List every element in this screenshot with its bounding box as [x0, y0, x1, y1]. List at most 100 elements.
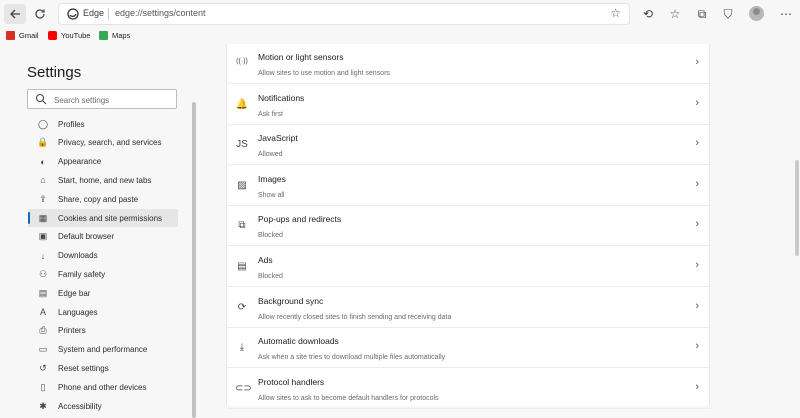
permission-row-automatic-downloads[interactable]: ⤓ Automatic downloads Ask when a site trie…: [227, 328, 711, 369]
share-icon: ⇪: [39, 193, 47, 204]
sidebar-item-reset-settings[interactable]: ↺ Reset settings: [28, 359, 178, 377]
browser-toolbar: Edge edge://settings/content ☆ ⟲ ☆ ⧉ ⛉ ⋯: [0, 0, 800, 27]
browser-essentials-icon[interactable]: ⛉: [720, 6, 736, 22]
accessibility-icon: ✱: [39, 400, 47, 411]
chevron-right-icon[interactable]: ›: [695, 340, 699, 352]
phone-icon: ▯: [40, 381, 46, 392]
permission-title: JavaScript: [258, 133, 298, 144]
bookmark-label: Gmail: [19, 30, 39, 40]
sidebar-item-appearance[interactable]: ◐ Appearance: [28, 153, 178, 171]
add-favorite-icon[interactable]: ☆: [610, 6, 621, 20]
settings-title: Settings: [27, 64, 82, 81]
permission-row-pop-ups-and-redirects[interactable]: ⧉ Pop-ups and redirects Blocked ›: [227, 206, 711, 247]
favorites-icon[interactable]: ☆: [667, 6, 683, 22]
permission-row-protocol-handlers[interactable]: ⊂⊃ Protocol handlers Allow sites to ask to…: [227, 369, 711, 409]
permission-title: Protocol handlers: [258, 376, 325, 387]
profile-icon: ◯: [37, 118, 49, 129]
settings-sidebar: Settings ◯ Profiles 🔒 Privacy, search, and …: [0, 44, 198, 418]
page-scrollbar[interactable]: [795, 160, 799, 256]
permission-title: Automatic downloads: [258, 336, 339, 347]
sidebar-item-phone-and-other-devices[interactable]: ▯ Phone and other devices: [28, 378, 178, 396]
collections-icon[interactable]: ⧉: [694, 6, 710, 22]
browser-icon: ▣: [38, 231, 48, 242]
refresh-button[interactable]: [29, 4, 51, 24]
sidebar-item-downloads[interactable]: ↓ Downloads: [28, 247, 178, 265]
permission-status: Show all: [258, 191, 285, 199]
refresh-icon: [35, 9, 45, 19]
link-icon: ⊂⊃: [235, 382, 252, 394]
sidebar-scrollbar[interactable]: [192, 102, 196, 418]
permission-status: Blocked: [258, 273, 283, 280]
permission-row-ads[interactable]: ▤ Ads Blocked ›: [227, 247, 711, 287]
sidebar-item-share-copy-and-paste[interactable]: ⇪ Share, copy and paste: [28, 190, 178, 208]
bookmark-maps[interactable]: Maps: [99, 27, 130, 43]
profile-avatar[interactable]: [749, 6, 764, 21]
sidebar-item-label: Share, copy and paste: [58, 194, 139, 204]
permission-title: Notifications: [258, 92, 305, 103]
extensions-icon[interactable]: ⟲: [640, 6, 656, 22]
permission-row-javascript[interactable]: JS JavaScript Allowed ›: [227, 125, 711, 166]
bookmark-gmail[interactable]: Gmail: [6, 27, 39, 43]
search-input[interactable]: [52, 92, 176, 108]
bookmarks-bar: Gmail YouTube Maps: [0, 27, 800, 43]
sidebar-item-edge-bar[interactable]: ▤ Edge bar: [28, 284, 178, 302]
permission-row-images[interactable]: ▨ Images Show all ›: [227, 166, 711, 206]
image-icon: ▨: [237, 179, 247, 191]
sidebar-item-label: Privacy, search, and services: [58, 138, 162, 148]
edge-bar-icon: ▤: [38, 287, 48, 298]
sidebar-item-default-browser[interactable]: ▣ Default browser: [28, 228, 178, 246]
bookmark-label: Maps: [112, 30, 131, 40]
chevron-right-icon[interactable]: ›: [695, 300, 699, 312]
home-icon: ⌂: [40, 175, 46, 186]
sidebar-item-label: Languages: [58, 307, 98, 317]
search-box[interactable]: [27, 89, 177, 109]
permission-status: Ask when a site tries to download multip…: [258, 354, 446, 362]
chevron-right-icon[interactable]: ›: [695, 218, 699, 230]
system-icon: ▭: [38, 344, 48, 355]
popup-icon: ⧉: [238, 220, 246, 232]
sidebar-item-cookies-and-site-permissions[interactable]: ▦ Cookies and site permissions: [28, 209, 178, 227]
permissions-list: ((·)) Motion or light sensors Allow sites …: [226, 44, 711, 409]
bookmark-label: YouTube: [61, 30, 91, 40]
chevron-right-icon[interactable]: ›: [695, 178, 699, 190]
permission-row-motion-or-light-sensors[interactable]: ((·)) Motion or light sensors Allow sites …: [227, 44, 711, 84]
more-options-icon[interactable]: ⋯: [778, 6, 794, 22]
sidebar-item-printers[interactable]: ⎙ Printers: [28, 322, 178, 340]
permission-row-notifications[interactable]: 🔔 Notifications Ask first ›: [227, 85, 711, 125]
maps-icon: [99, 30, 108, 40]
sidebar-item-profiles[interactable]: ◯ Profiles: [28, 115, 178, 133]
chevron-right-icon[interactable]: ›: [695, 97, 699, 109]
permission-status: Allow sites to ask to become default han…: [258, 394, 439, 402]
sidebar-item-label: Start, home, and new tabs: [58, 175, 152, 185]
printer-icon: ⎙: [39, 325, 47, 336]
bookmark-youtube[interactable]: YouTube: [48, 27, 90, 43]
reset-icon: ↺: [39, 362, 47, 373]
permission-title: Background sync: [258, 295, 324, 306]
chevron-right-icon[interactable]: ›: [695, 137, 699, 149]
back-button[interactable]: [4, 4, 26, 24]
sidebar-item-label: Cookies and site permissions: [58, 213, 163, 223]
sidebar-item-family-safety[interactable]: ⚇ Family safety: [28, 265, 178, 283]
back-arrow-icon: [10, 9, 20, 19]
address-url[interactable]: edge://settings/content: [115, 8, 206, 18]
sensor-icon: ((·)): [236, 58, 248, 65]
permission-row-background-sync[interactable]: ⟳ Background sync Allow recently closed si…: [227, 288, 711, 328]
appearance-icon: ◐: [40, 156, 46, 167]
permission-status: Allow recently closed sites to finish se…: [258, 313, 452, 321]
edge-logo-icon: [67, 8, 79, 20]
family-icon: ⚇: [38, 268, 48, 279]
sidebar-item-accessibility[interactable]: ✱ Accessibility: [28, 397, 178, 415]
address-bar[interactable]: Edge edge://settings/content ☆: [58, 3, 630, 25]
chevron-right-icon[interactable]: ›: [695, 56, 699, 68]
search-icon: [35, 93, 47, 105]
sidebar-item-system-and-performance[interactable]: ▭ System and performance: [28, 341, 178, 359]
sidebar-item-privacy-search-and-services[interactable]: 🔒 Privacy, search, and services: [28, 134, 178, 152]
chevron-right-icon[interactable]: ›: [695, 381, 699, 393]
sidebar-item-label: Accessibility: [58, 401, 102, 411]
sidebar-item-start-home-and-new-tabs[interactable]: ⌂ Start, home, and new tabs: [28, 171, 178, 189]
bell-icon: 🔔: [235, 98, 249, 110]
sidebar-item-languages[interactable]: A Languages: [28, 303, 178, 321]
address-separator: [108, 8, 109, 20]
lock-icon: 🔒: [37, 137, 49, 148]
chevron-right-icon[interactable]: ›: [695, 259, 699, 271]
